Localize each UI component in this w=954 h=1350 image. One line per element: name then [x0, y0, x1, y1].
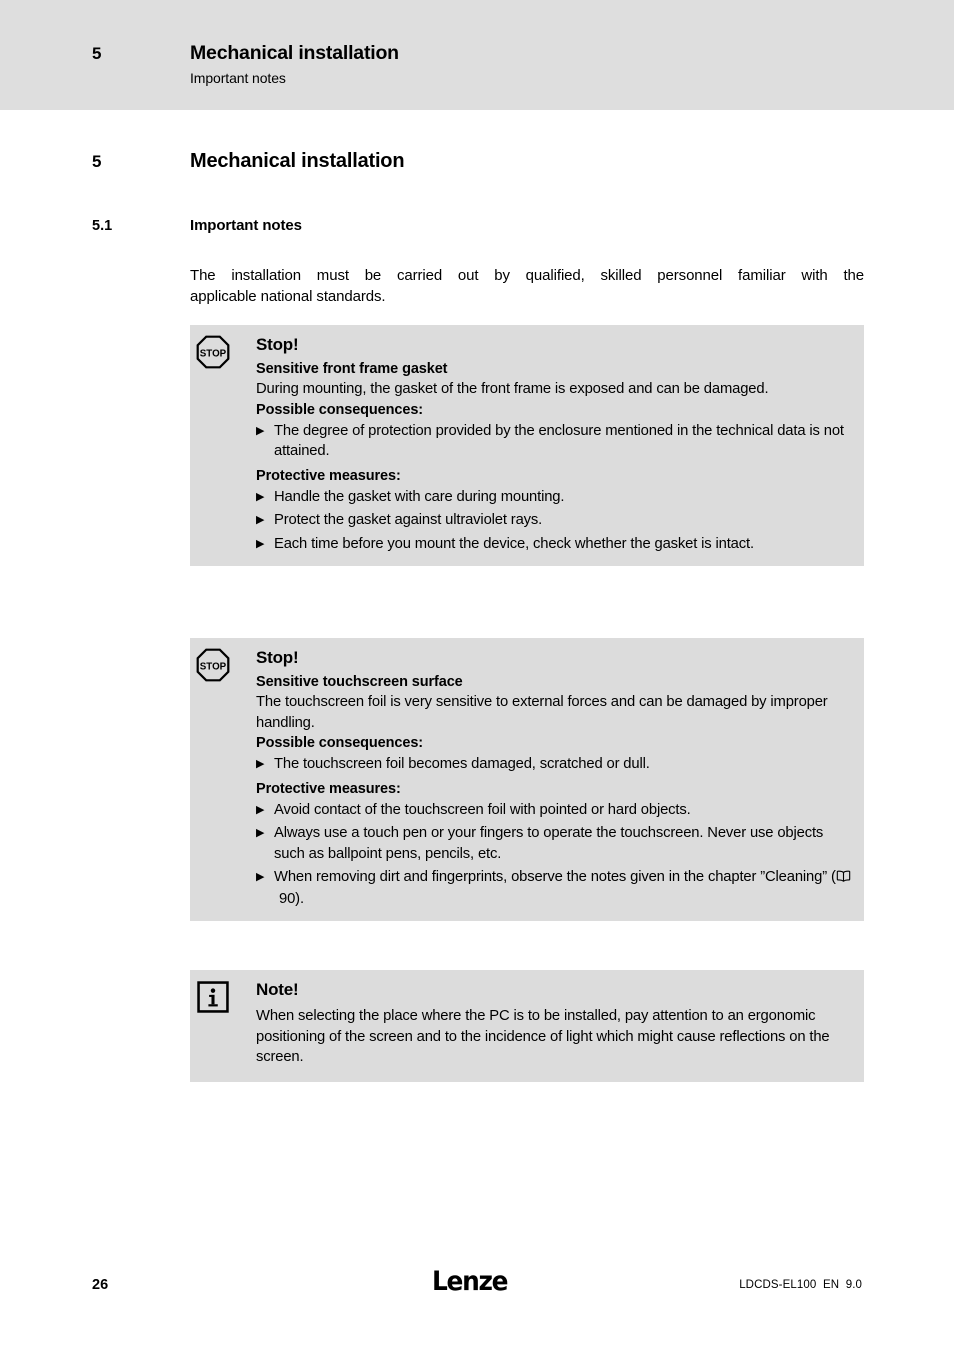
list-item-label: Protect the gasket against ultraviolet r… — [274, 512, 543, 528]
triangle-bullet-icon: ▶ — [256, 490, 265, 503]
svg-text:STOP: STOP — [200, 349, 227, 360]
info-icon — [196, 980, 230, 1014]
intro-line-2: applicable national standards. — [190, 288, 386, 305]
box-heading: Stop! — [256, 648, 299, 667]
triangle-bullet-icon: ▶ — [256, 424, 265, 437]
svg-text:STOP: STOP — [200, 662, 227, 673]
triangle-bullet-icon: ▶ — [256, 514, 265, 526]
list-item-label: The degree of protection provided by the… — [274, 422, 844, 460]
list-item-label: Always use a touch pen or your fingers t… — [274, 825, 824, 862]
stop-sign-icon: STOP — [196, 335, 230, 369]
chapter-title: Mechanical installation — [190, 150, 405, 172]
running-header-band — [0, 0, 954, 110]
stop-sign-icon: STOP — [196, 648, 230, 682]
chapter-number: 5 — [92, 152, 102, 171]
list-item: ▶ Always use a touch pen or your fingers… — [256, 823, 852, 864]
triangle-bullet-icon: ▶ — [256, 827, 265, 839]
triangle-bullet-icon: ▶ — [256, 537, 265, 550]
box-text: The touchscreen foil is very sensitive t… — [256, 694, 828, 731]
list-item: ▶ Avoid contact of the touchscreen foil … — [256, 800, 852, 821]
running-header-title: Mechanical installation — [190, 42, 399, 64]
list-item: ▶ Protect the gasket against ultraviolet… — [256, 510, 852, 531]
book-cross-reference-icon — [836, 868, 851, 889]
list-item: ▶ Each time before you mount the device,… — [256, 534, 852, 555]
box-consequences-label: Possible consequences: — [256, 735, 424, 751]
box-subheading: Sensitive front frame gasket — [256, 361, 448, 377]
document-code: LDCDS-EL100 EN 9.0 — [739, 1279, 862, 1291]
warning-box-touchscreen-surface: STOP Stop! Sensitive touchscreen surface… — [190, 638, 864, 921]
triangle-bullet-icon: ▶ — [256, 803, 265, 816]
triangle-bullet-icon: ▶ — [256, 871, 265, 883]
box-measures-label: Protective measures: — [256, 467, 401, 484]
list-item: ▶ The touchscreen foil becomes damaged, … — [256, 754, 852, 775]
list-item-with-cross-reference: ▶ When removing dirt and fingerprints, o… — [256, 867, 852, 909]
running-header-number: 5 — [92, 44, 102, 63]
running-header-subtitle: Important notes — [190, 70, 286, 86]
cross-reference-suffix: ). — [295, 890, 304, 907]
list-item: ▶ The degree of protection provided by t… — [256, 421, 852, 462]
box-measures-label: Protective measures: — [256, 780, 401, 797]
box-consequences-label: Possible consequences: — [256, 401, 424, 418]
page-number: 26 — [92, 1277, 109, 1293]
intro-paragraph: The installation must be carried out by … — [190, 265, 864, 307]
box-text: During mounting, the gasket of the front… — [256, 381, 769, 397]
section-number: 5.1 — [92, 218, 113, 234]
box-text: When selecting the place where the PC is… — [256, 1008, 830, 1065]
box-heading: Note! — [256, 980, 299, 999]
box-heading: Stop! — [256, 335, 299, 354]
intro-line-1: The installation must be carried out by … — [190, 267, 864, 284]
list-item-label: When removing dirt and fingerprints, obs… — [274, 869, 836, 885]
list-item-label: Avoid contact of the touchscreen foil wi… — [274, 801, 691, 818]
list-item: ▶ Handle the gasket with care during mou… — [256, 487, 852, 508]
triangle-bullet-icon: ▶ — [256, 758, 265, 770]
cross-reference-page[interactable]: 90 — [279, 891, 295, 907]
section-title: Important notes — [190, 217, 302, 234]
list-item-label: Handle the gasket with care during mount… — [274, 488, 565, 505]
list-item-label: The touchscreen foil becomes damaged, sc… — [274, 756, 650, 772]
note-box-installation-place: Note! When selecting the place where the… — [190, 970, 864, 1082]
list-item-label: Each time before you mount the device, c… — [274, 535, 754, 552]
lenze-logo: Lenze — [432, 1266, 509, 1297]
box-subheading: Sensitive touchscreen surface — [256, 674, 463, 690]
warning-box-front-frame-gasket: STOP Stop! Sensitive front frame gasket … — [190, 325, 864, 566]
